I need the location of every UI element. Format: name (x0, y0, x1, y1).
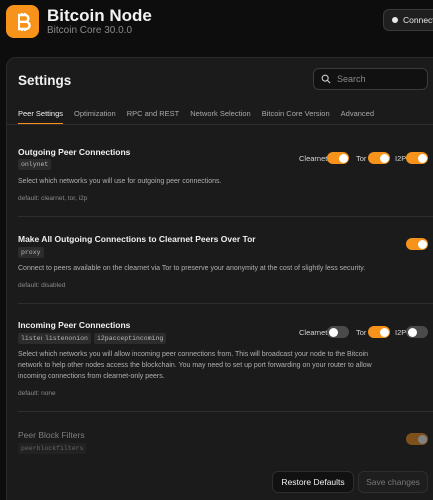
toggle-knob (338, 153, 348, 163)
incoming-clearnet-toggle[interactable] (327, 326, 349, 338)
tab-divider (6, 124, 433, 125)
connect-button[interactable]: Connect (383, 9, 433, 31)
toggle-knob (417, 434, 427, 444)
section-divider (18, 216, 433, 217)
tor-label: Tor (356, 328, 367, 337)
tab-bar: Peer Settings Optimization RPC and REST … (18, 106, 385, 124)
tab-network-selection[interactable]: Network Selection (190, 106, 250, 124)
clearnet-label: Clearnet (299, 328, 328, 337)
toggle-knob (407, 327, 417, 337)
bitcoin-b-icon (17, 12, 31, 31)
search-input[interactable] (337, 74, 417, 84)
clearnet-over-tor-toggle[interactable] (406, 238, 428, 250)
toggle-knob (417, 153, 427, 163)
tab-rpc-and-rest[interactable]: RPC and REST (127, 106, 180, 124)
clearnet-label: Clearnet (299, 154, 328, 163)
clearnet-over-tor-default: default: disabled (18, 282, 66, 289)
section-divider (18, 303, 433, 304)
outgoing-tor-toggle[interactable] (368, 152, 390, 164)
incoming-peer-description-line: incoming connections from clearnet-only … (18, 373, 165, 380)
bitcoin-logo-icon (6, 5, 39, 38)
toggle-knob (417, 239, 427, 249)
outgoing-peer-description: Select which networks you will use for o… (18, 178, 222, 185)
page-title: Settings (18, 73, 72, 88)
incoming-peer-description-line: Select which networks you will allow inc… (18, 351, 369, 358)
toggle-knob (328, 327, 338, 337)
i2p-label: I2P (395, 154, 407, 163)
incoming-peer-default: default: none (18, 390, 56, 397)
restore-defaults-button[interactable]: Restore Defaults (272, 471, 354, 493)
toggle-knob (379, 153, 389, 163)
outgoing-peer-title: Outgoing Peer Connections (18, 147, 131, 157)
tab-bitcoin-core-version[interactable]: Bitcoin Core Version (262, 106, 330, 124)
i2p-label: I2P (395, 328, 407, 337)
option-chip: i2pacceptincoming (94, 333, 167, 344)
peer-block-filters-title: Peer Block Filters (18, 430, 85, 440)
clearnet-over-tor-title: Make All Outgoing Connections to Clearne… (18, 234, 256, 244)
section-divider (18, 411, 433, 412)
option-chip: onlynet (18, 159, 52, 170)
tor-label: Tor (356, 154, 367, 163)
outgoing-clearnet-toggle[interactable] (327, 152, 349, 164)
search-icon (321, 74, 331, 84)
tab-peer-settings[interactable]: Peer Settings (18, 106, 64, 124)
option-chip: peerblockfilters (18, 443, 87, 454)
incoming-peer-description-line: network to help other nodes access the b… (18, 362, 372, 369)
tab-advanced[interactable]: Advanced (341, 106, 374, 124)
app-title: Bitcoin Node (47, 6, 152, 25)
option-chip: listenonion (42, 333, 91, 344)
option-chip: proxy (18, 247, 44, 258)
search-box[interactable] (313, 68, 428, 90)
incoming-i2p-toggle[interactable] (406, 326, 428, 338)
incoming-peer-title: Incoming Peer Connections (18, 320, 131, 330)
tab-optimization[interactable]: Optimization (74, 106, 116, 124)
peer-block-filters-toggle[interactable] (406, 433, 428, 445)
connect-icon (392, 17, 398, 23)
save-changes-button[interactable]: Save changes (358, 471, 428, 493)
incoming-tor-toggle[interactable] (368, 326, 390, 338)
toggle-knob (379, 327, 389, 337)
clearnet-over-tor-description: Connect to peers available on the clearn… (18, 265, 366, 272)
outgoing-i2p-toggle[interactable] (406, 152, 428, 164)
app-version: Bitcoin Core 30.0.0 (47, 25, 133, 36)
connect-label: Connect (403, 15, 433, 25)
outgoing-peer-default: default: clearnet, tor, i2p (18, 195, 88, 202)
